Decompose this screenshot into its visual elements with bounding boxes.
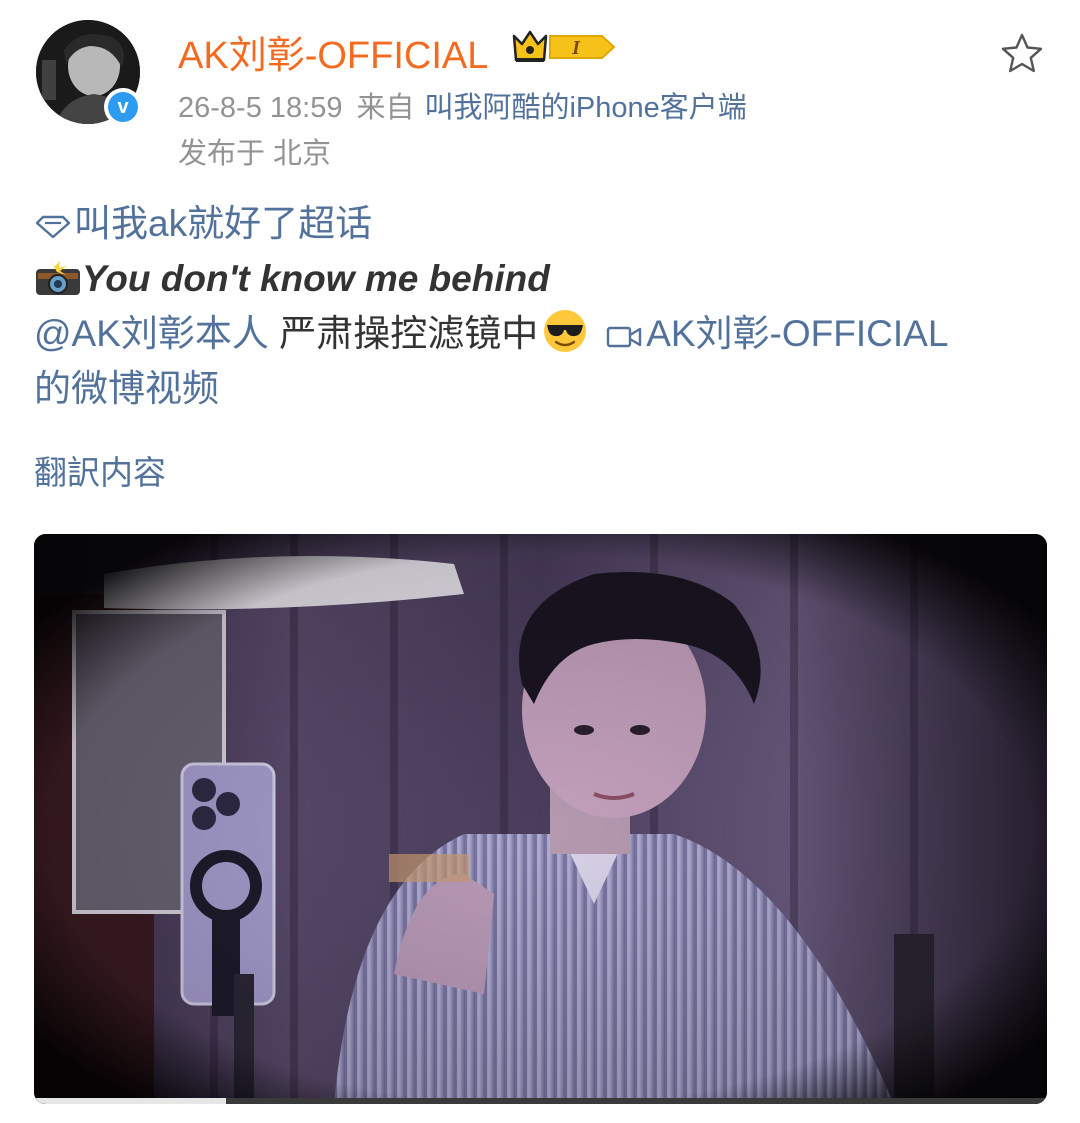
camera-flash-emoji-icon (36, 259, 80, 295)
username-link[interactable]: AK刘彰-OFFICIAL (178, 24, 488, 79)
post-location: 发布于 北京 (178, 138, 332, 170)
post-timestamp: 26-8-5 18:59 (178, 92, 343, 124)
post-header: v AK刘彰-OFFICIAL I 26-8-5 18:59 来自 叫我阿酷的iPh… (0, 0, 1080, 190)
source-client-link[interactable]: 叫我阿酷的iPhone客户端 (424, 92, 746, 124)
video-progress-fill (34, 1098, 227, 1104)
verified-v-icon: v (108, 92, 138, 122)
supertopic-link[interactable]: 叫我ak就好了超话 (34, 203, 372, 244)
translate-link[interactable]: 翻訳内容 (34, 446, 166, 494)
video-link-label: AK刘彰-OFFICIAL (646, 313, 949, 354)
sunglasses-emoji-icon (544, 310, 587, 352)
mention-link[interactable]: @AK刘彰本人 (34, 313, 269, 354)
favorite-star-icon[interactable] (998, 30, 1046, 78)
source-prefix: 来自 (356, 92, 415, 124)
video-camera-icon (607, 326, 642, 348)
video-link-continued[interactable]: 的微博视频 (34, 368, 219, 409)
diamond-icon (35, 215, 71, 239)
supertopic-label: 叫我ak就好了超话 (74, 203, 373, 244)
post-meta: 26-8-5 18:59 来自 叫我阿酷的iPhone客户端 (178, 84, 747, 126)
member-level-text: I (571, 37, 581, 59)
verified-badge: v (104, 88, 142, 126)
video-frame (34, 534, 1047, 1104)
member-crown-badge-icon: I (512, 30, 616, 62)
video-link[interactable]: AK刘彰-OFFICIAL (592, 313, 948, 354)
post-body: 叫我ak就好了超话 You don't know me behind @AK刘彰… (34, 196, 1044, 416)
post-text: 严肃操控滤镜中 (268, 313, 539, 354)
video-player[interactable] (34, 534, 1047, 1104)
post-title: You don't know me behind (82, 258, 550, 299)
